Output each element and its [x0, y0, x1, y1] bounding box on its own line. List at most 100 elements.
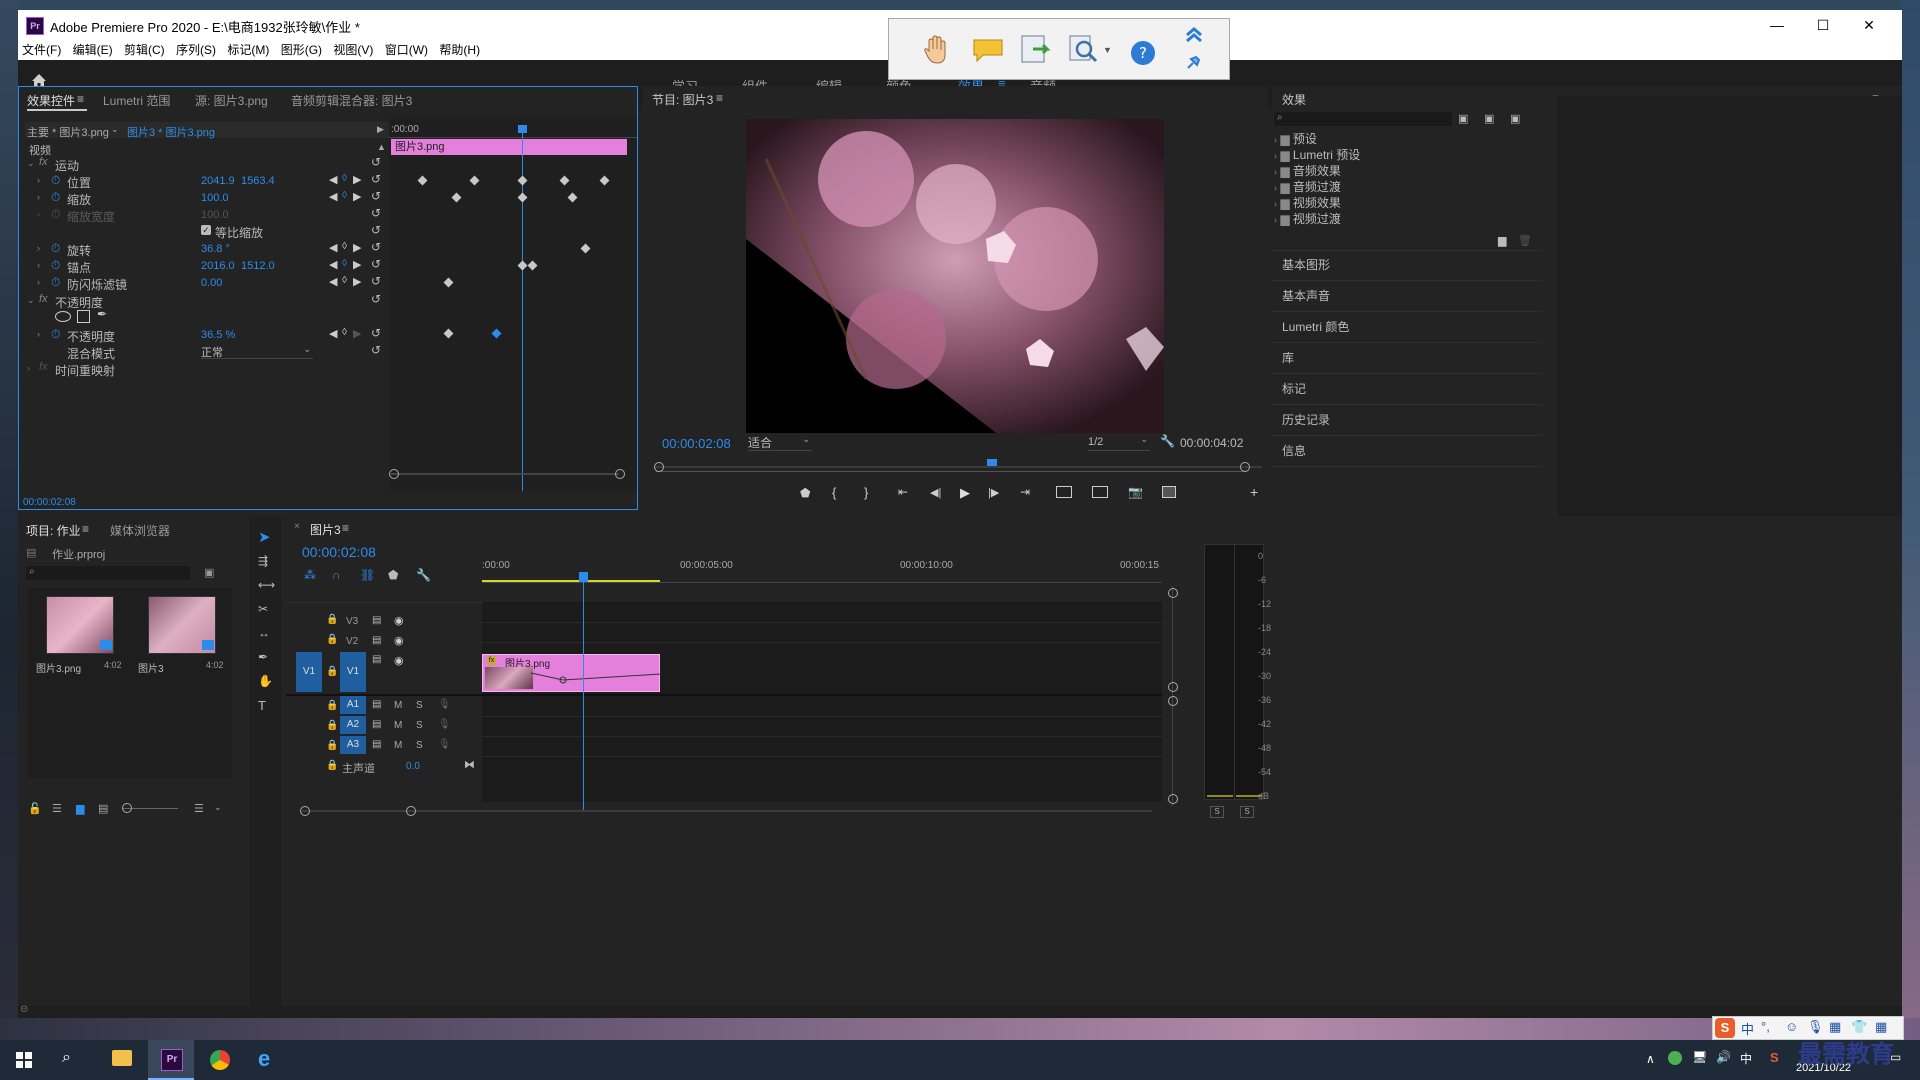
ec-timecode[interactable]: 00:00:02:08: [23, 497, 76, 508]
selection-tool-icon[interactable]: ➤: [258, 528, 271, 546]
stopwatch-icon[interactable]: ⏱: [51, 258, 60, 273]
effects-item-video-effects[interactable]: › ▆ 视频效果: [1274, 194, 1341, 211]
program-zoom-handle-right[interactable]: [1240, 462, 1250, 472]
program-timecode[interactable]: 00:00:02:08: [662, 436, 731, 451]
help-icon[interactable]: ?: [1129, 39, 1157, 70]
go-to-in-out-icon[interactable]: ⧓: [464, 758, 475, 771]
volume-icon[interactable]: 🔊: [1716, 1050, 1731, 1064]
panel-menu-icon[interactable]: ≡: [82, 522, 89, 536]
eye-icon[interactable]: ◉: [394, 654, 404, 667]
button-editor-plus-icon[interactable]: +: [1250, 484, 1258, 500]
reset-icon[interactable]: ↺: [371, 326, 381, 340]
keyframe[interactable]: [599, 175, 610, 186]
tab-sequence[interactable]: 图片3: [310, 521, 341, 538]
keyframe[interactable]: [567, 192, 578, 203]
menu-file[interactable]: 文件(F): [22, 40, 61, 60]
sync-lock-icon[interactable]: ▤: [372, 739, 381, 750]
timeline-tracks-area[interactable]: fx 图片3.png: [482, 582, 1162, 812]
slip-tool-icon[interactable]: ↔: [258, 626, 270, 640]
solo-button[interactable]: S: [416, 700, 423, 711]
freeform-view-icon[interactable]: ▤: [98, 802, 108, 815]
voiceover-mic-icon[interactable]: 🎙: [438, 699, 451, 710]
mute-button[interactable]: M: [394, 740, 402, 751]
track-v1-target[interactable]: V1: [340, 652, 366, 692]
program-zoom-handle-left[interactable]: [654, 462, 664, 472]
panel-essential-graphics[interactable]: 基本图形: [1272, 250, 1542, 281]
sync-lock-icon[interactable]: ▤: [372, 654, 381, 665]
sort-icon[interactable]: ☰: [194, 802, 204, 815]
taskbar-premiere-button[interactable]: Pr: [148, 1040, 194, 1080]
pen-mask-icon[interactable]: ✒: [97, 307, 107, 321]
tab-source[interactable]: 源: 图片3.png: [195, 92, 268, 109]
effects-item-video-transitions[interactable]: › ▆ 视频过渡: [1274, 210, 1341, 227]
horizontal-zoom-handle[interactable]: [300, 806, 310, 816]
track-a2-target[interactable]: A2: [340, 716, 366, 734]
anchor-x-value[interactable]: 2016.0: [201, 260, 235, 272]
close-tab-icon[interactable]: ×: [294, 521, 300, 532]
reset-icon[interactable]: ↺: [371, 189, 381, 203]
mark-in-icon[interactable]: {: [832, 485, 836, 500]
resolution-dropdown[interactable]: 1/2 ⌄: [1088, 434, 1150, 451]
effects-panel-title[interactable]: 效果: [1282, 91, 1306, 108]
tab-effect-controls[interactable]: 效果控件: [27, 92, 75, 109]
ripple-edit-tool-icon[interactable]: ⟷: [258, 578, 275, 592]
play-only-audio-icon[interactable]: ▶: [377, 124, 384, 135]
reset-motion-icon[interactable]: ↺: [371, 155, 381, 169]
compare-view-icon[interactable]: [1162, 486, 1176, 498]
keyframe-selected[interactable]: [491, 328, 502, 339]
expand-rotation-icon[interactable]: ›: [37, 243, 40, 253]
reset-icon[interactable]: ↺: [371, 206, 381, 220]
menu-clip[interactable]: 剪辑(C): [124, 40, 165, 60]
search-document-icon[interactable]: [1067, 33, 1101, 68]
lock-icon[interactable]: 🔒: [326, 614, 338, 625]
minimize-button[interactable]: —: [1754, 10, 1800, 40]
reset-icon[interactable]: ↺: [371, 274, 381, 288]
panel-info[interactable]: 信息: [1272, 436, 1542, 467]
comment-icon[interactable]: [971, 37, 1005, 66]
razor-tool-icon[interactable]: ✂: [258, 602, 268, 616]
ec-zoom-handle-left[interactable]: [389, 469, 399, 479]
menu-graphics[interactable]: 图形(G): [281, 40, 322, 60]
lift-icon[interactable]: [1056, 486, 1072, 498]
rotation-value[interactable]: 36.8 °: [201, 243, 230, 255]
vertical-zoom-handle[interactable]: [1168, 588, 1178, 598]
lock-icon[interactable]: 🔒: [326, 666, 338, 677]
next-keyframe-icon[interactable]: ▶: [353, 241, 361, 254]
tray-chevron-icon[interactable]: ∧: [1646, 1052, 1655, 1066]
sogou-tray-icon[interactable]: S: [1770, 1050, 1779, 1065]
timeline-clip[interactable]: fx 图片3.png: [482, 654, 661, 692]
keyframe[interactable]: [443, 277, 454, 288]
extract-icon[interactable]: [1092, 486, 1108, 498]
project-search-input[interactable]: ⌕: [26, 566, 190, 580]
motion-expand-icon[interactable]: ⌄: [27, 158, 35, 169]
panel-menu-icon[interactable]: ≡: [342, 521, 349, 535]
add-marker-icon[interactable]: ⬟: [388, 568, 398, 582]
export-frame-icon[interactable]: 📷: [1128, 485, 1143, 499]
keyframe[interactable]: [527, 260, 538, 271]
type-tool-icon[interactable]: T: [258, 698, 266, 713]
time-remap-expand-icon[interactable]: ›: [27, 363, 30, 373]
reset-icon[interactable]: ↺: [371, 343, 381, 357]
add-keyframe-icon[interactable]: ◊: [342, 275, 347, 286]
voiceover-mic-icon[interactable]: 🎙: [438, 719, 451, 730]
keyframe[interactable]: [417, 175, 428, 186]
settings-wrench-icon[interactable]: 🔧: [1160, 434, 1175, 448]
sync-lock-icon[interactable]: ▤: [372, 615, 381, 626]
pen-tool-icon[interactable]: ✒: [258, 650, 268, 664]
lock-icon[interactable]: 🔒: [326, 740, 338, 751]
ime-toolbox-icon[interactable]: ▦: [1875, 1019, 1887, 1035]
keyframe[interactable]: [580, 243, 591, 254]
effects-search-input[interactable]: ⌕: [1274, 112, 1452, 126]
ime-skin-icon[interactable]: 👕: [1851, 1019, 1867, 1035]
opacity-value[interactable]: 36.5 %: [201, 329, 235, 341]
lock-icon[interactable]: 🔒: [326, 720, 338, 731]
hand-tool-icon[interactable]: [923, 35, 949, 68]
effects-item-audio-transitions[interactable]: › ▆ 音频过渡: [1274, 178, 1341, 195]
next-keyframe-icon[interactable]: ▶: [353, 190, 361, 203]
menu-help[interactable]: 帮助(H): [439, 40, 480, 60]
ie-icon[interactable]: e: [258, 1046, 270, 1072]
document-export-icon[interactable]: [1019, 33, 1053, 68]
track-select-tool-icon[interactable]: ⇶: [258, 554, 268, 568]
yuv-effects-icon[interactable]: ▣: [1510, 112, 1520, 125]
blend-mode-dropdown[interactable]: 正常 ⌄: [201, 344, 313, 359]
